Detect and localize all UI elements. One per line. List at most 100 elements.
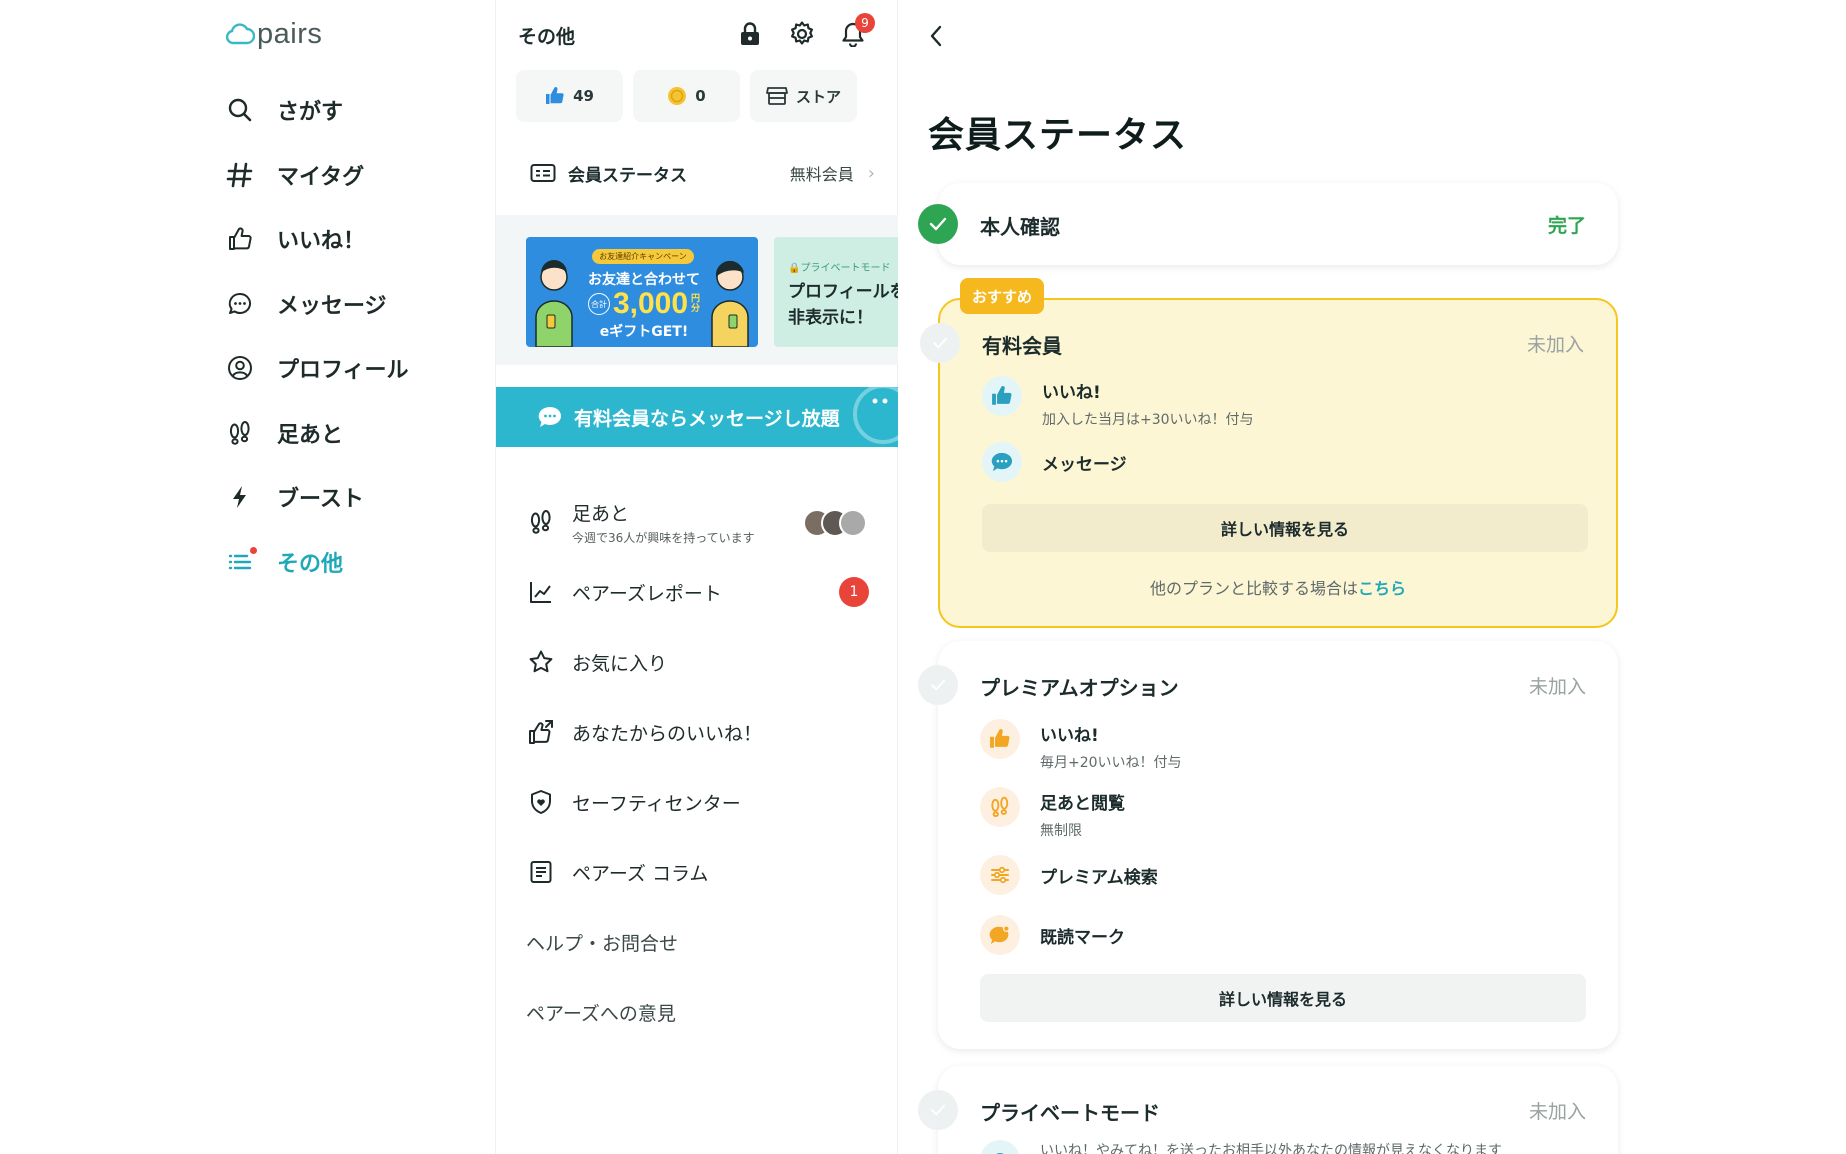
feature-title: プレミアム検索 xyxy=(1040,868,1158,888)
premium-detail-button[interactable]: 詳しい情報を見る xyxy=(980,974,1586,1022)
identity-verification-card[interactable]: 本人確認 完了 xyxy=(918,183,1618,265)
promo-text: 有料会員ならメッセージし放題 xyxy=(574,407,840,430)
feature-text: プレミアム検索 xyxy=(1040,855,1158,888)
menu-label: あなたからのいいね！ xyxy=(572,722,763,745)
chevron-right-icon: › xyxy=(867,162,875,184)
feature-text: 足あと閲覧 無制限 xyxy=(1040,787,1125,840)
gear-icon[interactable] xyxy=(788,20,816,48)
nav-item-likes[interactable]: いいね！ xyxy=(225,207,409,272)
menu-item-favorites[interactable]: お気に入り xyxy=(496,627,899,697)
pairs-logo[interactable]: pairs xyxy=(225,18,322,51)
nav-label: ブースト xyxy=(277,487,364,513)
member-status-panel: 会員ステータス 本人確認 完了 おすすめ 有料会員 未加入 いいね! 加入した当… xyxy=(898,0,1846,1154)
referral-campaign-banner[interactable]: お友達紹介キャンペーン お友達と合わせて 合計 3,000 円分 eギフトGET… xyxy=(526,237,758,347)
sliders-icon xyxy=(980,855,1020,895)
notification-dot xyxy=(250,546,257,554)
unit-yen: 円 xyxy=(691,294,701,304)
card-status: 未加入 xyxy=(1528,1101,1586,1123)
nav-label: その他 xyxy=(277,551,344,577)
banner-line: 非表示に！ xyxy=(788,308,873,328)
menu-item-feedback[interactable]: ペアーズへの意見 xyxy=(496,977,899,1047)
footprints-icon xyxy=(526,507,556,537)
card-status: 完了 xyxy=(1547,215,1586,237)
card-title: 本人確認 xyxy=(980,215,1060,239)
feature-text: メッセージ xyxy=(1042,442,1127,475)
check-circle-icon xyxy=(918,1090,958,1130)
menu-item-pairs-report[interactable]: ペアーズレポート 1 xyxy=(496,557,899,627)
card-title: 有料会員 xyxy=(982,334,1062,358)
nav-item-boost[interactable]: ブースト xyxy=(225,465,409,530)
footprints-icon xyxy=(225,418,255,448)
menu-item-safety-center[interactable]: セーフティセンター xyxy=(496,767,899,837)
menu-label: ペアーズレポート xyxy=(572,582,722,605)
check-circle-icon xyxy=(918,665,958,705)
chevron-left-icon xyxy=(930,25,942,47)
feature-title: いいね! xyxy=(1040,726,1099,746)
coins-count: 0 xyxy=(695,87,706,105)
menu-item-column[interactable]: ペアーズ コラム xyxy=(496,837,899,907)
store-label: ストア xyxy=(795,87,841,106)
hashtag-icon xyxy=(225,160,255,190)
paid-member-promo-bar[interactable]: 有料会員ならメッセージし放題 xyxy=(496,387,899,447)
search-icon xyxy=(225,95,255,125)
nav-item-profile[interactable]: プロフィール xyxy=(225,336,409,401)
nav-label: マイタグ xyxy=(277,164,365,190)
nav-item-mytag[interactable]: マイタグ xyxy=(225,143,409,208)
sidebar: pairs さがす マイタグ いいね！ メッセージ プロフィール 足あと ブース… xyxy=(0,0,495,1154)
paid-member-card: おすすめ 有料会員 未加入 いいね! 加入した当月は+30いいね！付与 メッセー… xyxy=(920,278,1618,628)
menu-text-group: 足あと 今週で36人が興味を持っています xyxy=(556,499,755,546)
lightning-icon xyxy=(225,482,255,512)
compare-link[interactable]: こちら xyxy=(1358,579,1406,598)
article-icon xyxy=(526,857,556,887)
banner-headline: お友達と合わせて xyxy=(588,272,700,288)
logo-text: pairs xyxy=(257,18,323,50)
other-menu-list: 足あと 今週で36人が興味を持っています ペアーズレポート 1 お気に入り あな… xyxy=(496,487,899,1047)
private-mode-card: プライベートモード 未加入 いいね！やみてね！を送ったお相手以外あなたの情報が見… xyxy=(918,1066,1618,1154)
person-illustration-icon xyxy=(535,260,573,347)
thumbs-up-icon xyxy=(982,376,1022,416)
member-status-row[interactable]: 会員ステータス 無料会員 › xyxy=(496,148,899,198)
menu-label: お気に入り xyxy=(572,652,668,675)
menu-item-likes-from-you[interactable]: あなたからのいいね！ xyxy=(496,697,899,767)
recommend-tag: おすすめ xyxy=(960,278,1045,314)
unit-portion: 分 xyxy=(691,304,701,314)
feature-sub: 毎月+20いいね！付与 xyxy=(1040,755,1182,771)
back-button[interactable] xyxy=(920,20,952,52)
menu-item-footprints[interactable]: 足あと 今週で36人が興味を持っています xyxy=(496,487,899,557)
lock-icon[interactable] xyxy=(736,20,764,48)
paid-detail-button[interactable]: 詳しい情報を見る xyxy=(982,504,1588,552)
feature-sub: いいね！やみてね！を送ったお相手以外あなたの情報が見えなくなります xyxy=(1040,1143,1502,1154)
panel-header: その他 9 xyxy=(496,0,899,70)
total-mark: 合計 xyxy=(587,293,610,315)
menu-label: セーフティセンター xyxy=(572,792,741,815)
nav-label: プロフィール xyxy=(277,358,409,384)
bell-icon[interactable]: 9 xyxy=(839,13,875,48)
stats-row: 49 0 ストア xyxy=(516,70,857,122)
menu-item-help[interactable]: ヘルプ・お問合せ xyxy=(496,907,899,977)
feature-text: 既読マーク xyxy=(1040,915,1125,948)
nav-item-messages[interactable]: メッセージ xyxy=(225,272,409,337)
private-mode-banner[interactable]: 🔒プライベートモード プロフィールを 非表示に！ xyxy=(774,237,899,347)
thumbs-up-icon xyxy=(980,719,1020,759)
banner-line: プロフィールを xyxy=(788,282,899,302)
footprints-icon xyxy=(980,787,1020,827)
banner-amount: 合計 3,000 円分 xyxy=(584,287,704,321)
nav-item-footprints[interactable]: 足あと xyxy=(225,401,409,466)
feature-footprints: 足あと閲覧 無制限 xyxy=(980,787,1125,840)
likes-count-button[interactable]: 49 xyxy=(516,70,623,122)
avatar xyxy=(839,509,867,537)
nav-item-search[interactable]: さがす xyxy=(225,78,409,143)
visitor-avatars xyxy=(803,509,869,537)
cloud-logo-icon xyxy=(225,22,255,44)
thumbs-up-icon xyxy=(225,224,255,254)
coins-count-button[interactable]: 0 xyxy=(633,70,740,122)
card-status: 未加入 xyxy=(1526,334,1584,356)
nav-label: メッセージ xyxy=(277,293,387,319)
store-button[interactable]: ストア xyxy=(750,70,857,122)
menu-label: ペアーズへの意見 xyxy=(526,1002,676,1025)
nav-item-other[interactable]: その他 xyxy=(225,530,409,595)
feature-text: いいね！やみてね！を送ったお相手以外あなたの情報が見えなくなります xyxy=(1040,1140,1502,1154)
member-status-value: 無料会員 xyxy=(789,165,854,184)
feature-messages: メッセージ xyxy=(982,442,1127,482)
card-status: 未加入 xyxy=(1528,676,1586,698)
